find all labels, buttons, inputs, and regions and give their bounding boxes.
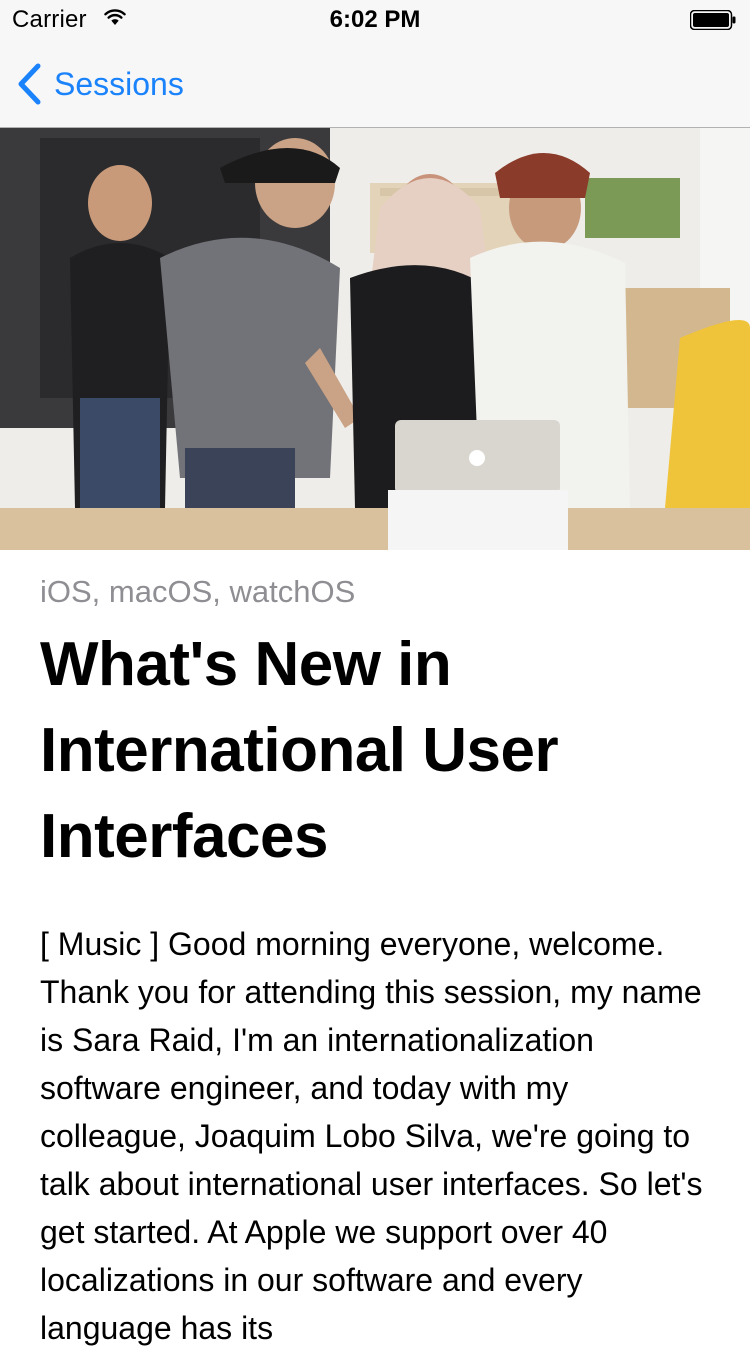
session-hero-image [0,128,750,550]
status-bar: Carrier 6:02 PM [0,0,750,40]
session-transcript: [ Music ] Good morning everyone, welcome… [40,926,703,1346]
session-platforms: iOS, macOS, watchOS [40,574,356,609]
navigation-bar: Sessions [0,40,750,128]
clock-time: 6:02 PM [329,6,421,33]
photo-apple-store-session [0,128,750,550]
back-button-label: Sessions [54,65,184,102]
battery-icon [690,10,736,30]
session-content: iOS, macOS, watchOS What's New in Intern… [40,572,720,1352]
session-title: What's New in International User Interfa… [40,630,559,871]
back-button[interactable]: Sessions [16,62,184,106]
chevron-left-icon [18,63,41,105]
